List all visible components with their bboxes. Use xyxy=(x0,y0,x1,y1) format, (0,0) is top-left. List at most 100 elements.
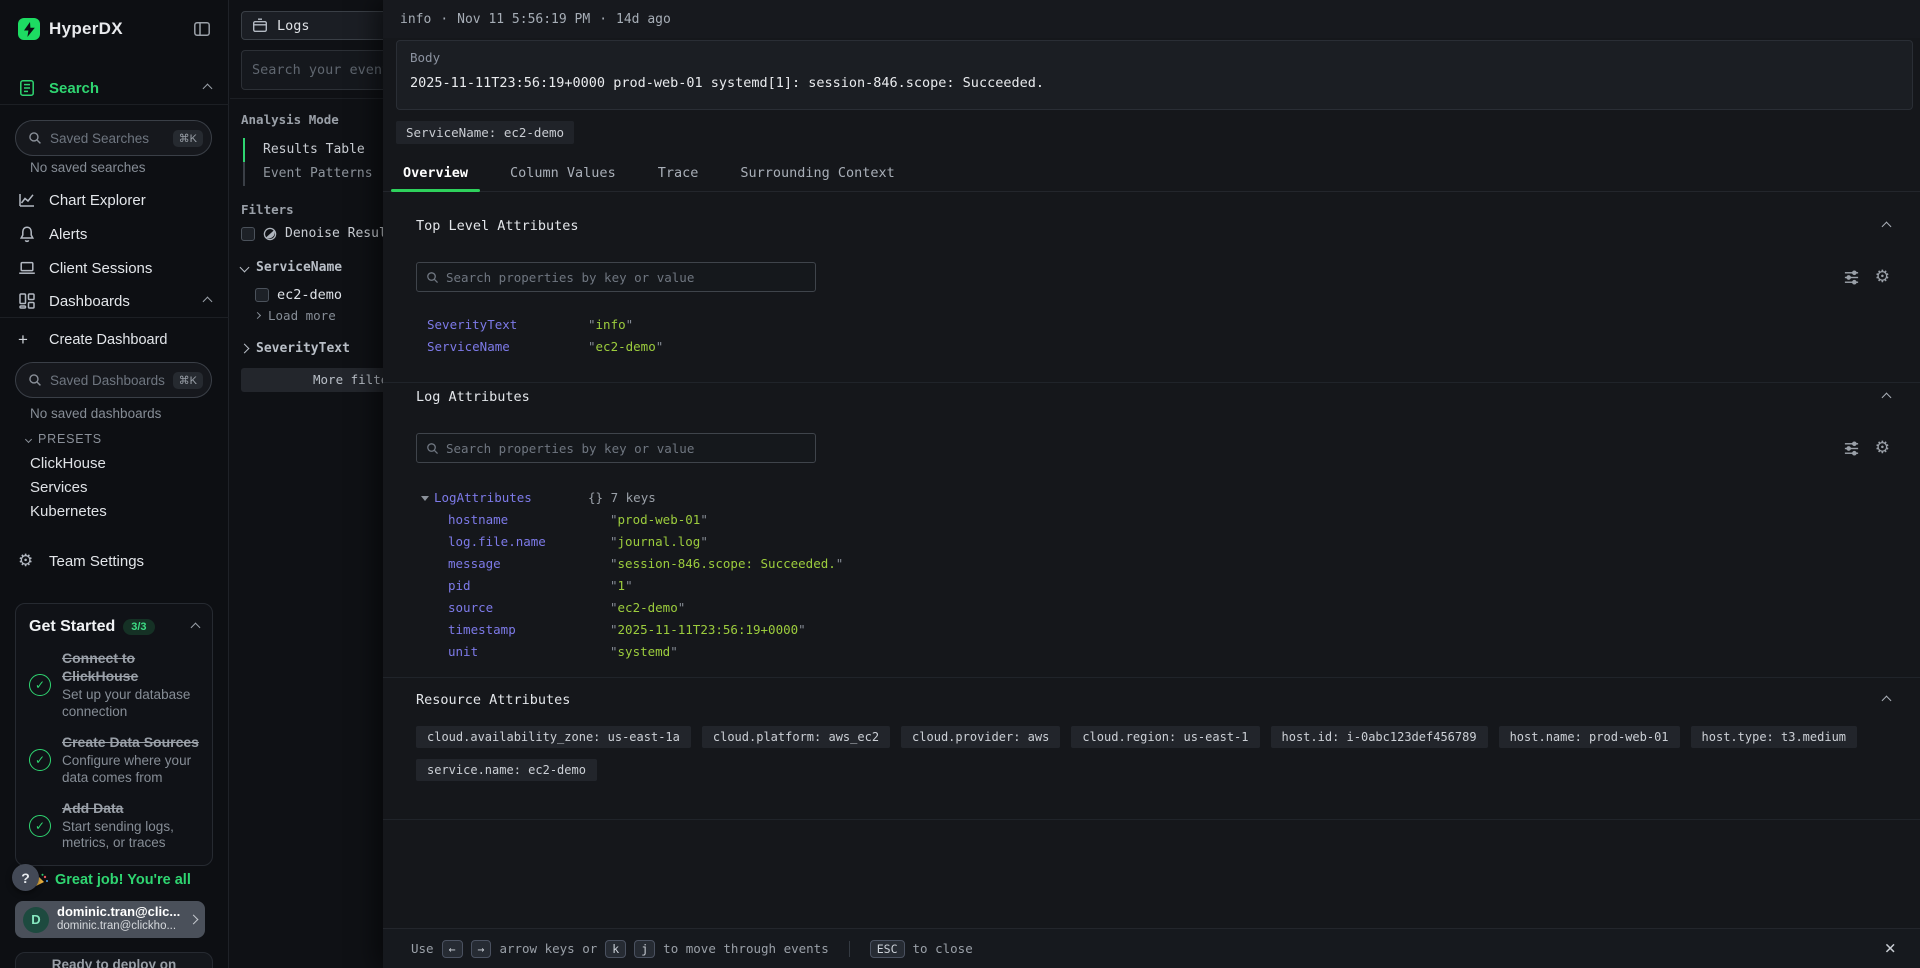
attr-key[interactable]: timestamp xyxy=(448,619,610,641)
step-title: Connect to ClickHouse xyxy=(62,650,138,684)
gear-icon[interactable]: ⚙ xyxy=(1875,440,1890,457)
attr-value[interactable]: ec2-demo xyxy=(588,339,663,354)
sidebar-item-dashboards[interactable]: Dashboards xyxy=(18,289,211,313)
resource-chip[interactable]: cloud.provider: aws xyxy=(901,726,1060,748)
sidebar-item-alerts[interactable]: Alerts xyxy=(18,222,211,246)
resource-chip[interactable]: service.name: ec2-demo xyxy=(416,759,597,781)
attr-value[interactable]: session-846.scope: Succeeded. xyxy=(610,556,843,571)
collapse-section-icon[interactable] xyxy=(1882,392,1892,402)
body-text: 2025-11-11T23:56:19+0000 prod-web-01 sys… xyxy=(410,75,1899,91)
sidebar-item-chart-explorer[interactable]: Chart Explorer xyxy=(18,188,211,212)
load-more-button[interactable]: Load more xyxy=(255,308,336,323)
attr-value[interactable]: info xyxy=(588,317,633,332)
line-format-icon[interactable] xyxy=(1843,440,1860,457)
chevron-up-icon[interactable] xyxy=(191,622,201,632)
resource-chip[interactable]: host.type: t3.medium xyxy=(1691,726,1858,748)
top-level-attributes-table: SeverityText info ServiceName ec2-demo xyxy=(427,314,1890,358)
brand-row[interactable]: HyperDX xyxy=(18,18,211,40)
collapse-section-icon[interactable] xyxy=(1882,695,1892,705)
attr-value[interactable]: systemd xyxy=(610,644,678,659)
tab-column-values[interactable]: Column Values xyxy=(498,158,628,191)
check-circle-icon: ✓ xyxy=(29,749,51,771)
service-tag-chip[interactable]: ServiceName: ec2-demo xyxy=(396,121,574,144)
property-search-box[interactable] xyxy=(416,433,816,463)
close-icon[interactable]: × xyxy=(1885,939,1896,958)
hyperdx-logo-icon xyxy=(18,18,40,40)
facet-value-ec2-demo[interactable]: ec2-demo xyxy=(255,287,342,303)
get-started-card: Get Started 3/3 ✓ Connect to ClickHouse … xyxy=(15,603,213,866)
resource-chip[interactable]: cloud.availability_zone: us-east-1a xyxy=(416,726,691,748)
sidebar-item-search[interactable]: Search xyxy=(18,76,211,100)
mode-results-table[interactable]: Results Table xyxy=(243,138,373,162)
get-started-step[interactable]: ✓ Create Data Sources Configure where yo… xyxy=(29,734,199,787)
user-email: dominic.tran@clickho... xyxy=(57,920,182,933)
search-icon xyxy=(28,131,42,145)
attr-value[interactable]: 2025-11-11T23:56:19+0000 xyxy=(610,622,806,637)
attr-key[interactable]: ServiceName xyxy=(427,336,588,358)
checkbox[interactable] xyxy=(255,288,269,302)
attr-key[interactable]: message xyxy=(448,553,610,575)
tab-trace[interactable]: Trace xyxy=(646,158,711,191)
user-menu[interactable]: D dominic.tran@clic... dominic.tran@clic… xyxy=(15,901,205,938)
checkbox[interactable] xyxy=(241,227,255,241)
sidebar-item-label: Search xyxy=(49,80,99,97)
attr-value[interactable]: journal.log xyxy=(610,534,708,549)
sidebar-item-client-sessions[interactable]: Client Sessions xyxy=(18,256,211,280)
left-arrow-key: ← xyxy=(442,940,463,958)
saved-dashboards-field[interactable] xyxy=(50,373,165,388)
resource-chip[interactable]: host.id: i-0abc123def456789 xyxy=(1271,726,1488,748)
gear-icon[interactable]: ⚙ xyxy=(1875,269,1890,286)
attr-key[interactable]: unit xyxy=(448,641,610,663)
help-button[interactable]: ? xyxy=(12,864,39,891)
get-started-step[interactable]: ✓ Add Data Start sending logs, metrics, … xyxy=(29,800,199,853)
analysis-mode-label: Analysis Mode xyxy=(241,112,339,127)
presets-toggle[interactable]: PRESETS xyxy=(26,432,102,446)
property-search-input[interactable] xyxy=(446,441,806,456)
section-title: Resource Attributes xyxy=(416,692,570,708)
log-attributes-root[interactable]: LogAttributes {} 7 keys xyxy=(421,487,1890,509)
event-body-card: Body 2025-11-11T23:56:19+0000 prod-web-0… xyxy=(396,40,1913,110)
divider xyxy=(849,941,850,957)
get-started-progress-badge: 3/3 xyxy=(123,619,154,635)
check-circle-icon: ✓ xyxy=(29,815,51,837)
resource-chip[interactable]: host.name: prod-web-01 xyxy=(1499,726,1680,748)
attr-key[interactable]: SeverityText xyxy=(427,314,588,336)
saved-searches-input[interactable]: ⌘K xyxy=(15,120,212,156)
collapse-section-icon[interactable] xyxy=(1882,221,1892,231)
facet-servicename[interactable]: ServiceName xyxy=(241,260,342,275)
get-started-step[interactable]: ✓ Connect to ClickHouse Set up your data… xyxy=(29,650,199,721)
avatar: D xyxy=(23,907,49,933)
source-selector-label: Logs xyxy=(277,18,310,34)
attr-key[interactable]: hostname xyxy=(448,509,610,531)
preset-services[interactable]: Services xyxy=(30,479,88,496)
property-search-box[interactable] xyxy=(416,262,816,292)
property-search-input[interactable] xyxy=(446,270,806,285)
attr-value[interactable]: prod-web-01 xyxy=(610,512,708,527)
preset-kubernetes[interactable]: Kubernetes xyxy=(30,503,107,520)
step-desc: Set up your database connection xyxy=(62,687,199,721)
saved-searches-field[interactable] xyxy=(50,131,165,146)
attr-key[interactable]: LogAttributes xyxy=(434,487,532,509)
tab-overview[interactable]: Overview xyxy=(391,158,480,191)
create-dashboard-button[interactable]: + Create Dashboard xyxy=(18,328,211,352)
collapse-sidebar-icon[interactable] xyxy=(193,20,211,38)
section-log-attributes: Log Attributes ⚙ LogAttributes xyxy=(383,383,1920,678)
step-desc: Configure where your data comes from xyxy=(62,753,199,787)
resource-chip[interactable]: cloud.region: us-east-1 xyxy=(1071,726,1259,748)
tab-surrounding-context[interactable]: Surrounding Context xyxy=(728,158,906,191)
section-title: Top Level Attributes xyxy=(416,218,579,234)
saved-dashboards-input[interactable]: ⌘K xyxy=(15,362,212,398)
denoise-results-toggle[interactable]: Denoise Results xyxy=(241,226,402,241)
mode-event-patterns[interactable]: Event Patterns xyxy=(243,162,373,186)
attr-value[interactable]: ec2-demo xyxy=(610,600,685,615)
preset-clickhouse[interactable]: ClickHouse xyxy=(30,455,106,472)
attr-value[interactable]: 1 xyxy=(610,578,633,593)
sidebar-item-team-settings[interactable]: ⚙ Team Settings xyxy=(18,549,211,573)
attr-key[interactable]: pid xyxy=(448,575,610,597)
facet-severitytext[interactable]: SeverityText xyxy=(241,341,350,356)
attr-key[interactable]: log.file.name xyxy=(448,531,610,553)
dashboards-grid-icon xyxy=(18,292,36,310)
line-format-icon[interactable] xyxy=(1843,269,1860,286)
resource-chip[interactable]: cloud.platform: aws_ec2 xyxy=(702,726,890,748)
attr-key[interactable]: source xyxy=(448,597,610,619)
